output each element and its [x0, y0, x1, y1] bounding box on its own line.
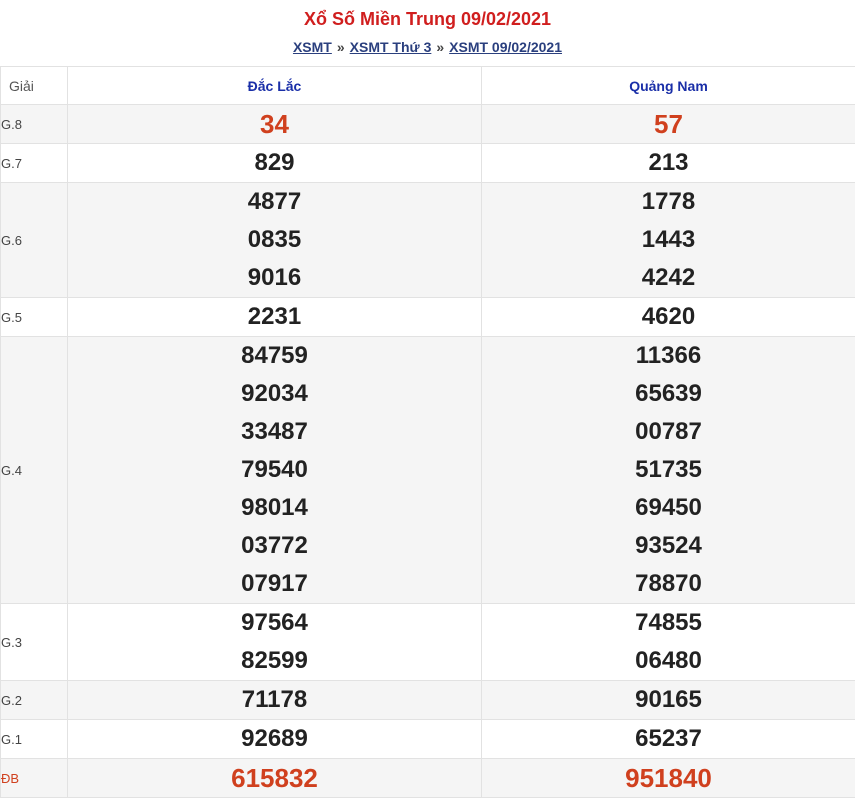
results-body: G.8 34 57 G.7 829 213 G.6 4877 0835 9016 1778 1443 4…: [0, 104, 855, 798]
prize-column-header: Giải: [0, 66, 68, 105]
result-number: 0835: [247, 226, 302, 253]
result-number: 2231: [247, 303, 302, 330]
result-number: 213: [648, 149, 689, 176]
result-number: 71178: [241, 686, 308, 713]
prize-label: ĐB: [0, 758, 68, 798]
result-number: 51735: [635, 456, 702, 483]
result-cell-quang-nam: 951840: [481, 758, 855, 798]
breadcrumb: XSMT» XSMT Thứ 3» XSMT 09/02/2021: [0, 36, 855, 66]
result-number: 1778: [641, 188, 696, 215]
table-row: G.7 829 213: [0, 143, 855, 183]
result-number: 615832: [231, 763, 318, 793]
breadcrumb-link-xsmt[interactable]: XSMT: [293, 39, 332, 55]
result-number: 57: [654, 109, 683, 139]
prize-label: G.1: [0, 719, 68, 759]
result-number: 65237: [635, 725, 702, 752]
result-number: 69450: [635, 494, 702, 521]
result-cell-quang-nam: 1778 1443 4242: [481, 182, 855, 298]
breadcrumb-separator: »: [336, 39, 345, 55]
province-header-quang-nam: Quảng Nam: [481, 66, 855, 105]
result-number: 90165: [635, 686, 702, 713]
result-cell-quang-nam: 57: [481, 104, 855, 144]
results-table: Giải Đắc Lắc Quảng Nam G.8 34 57 G.7 829 213 G…: [0, 66, 855, 798]
result-number: 11366: [635, 342, 702, 369]
breadcrumb-link-xsmt-thu-3[interactable]: XSMT Thứ 3: [350, 39, 432, 55]
result-number: 65639: [635, 380, 702, 407]
result-number: 00787: [635, 418, 702, 445]
prize-label: G.2: [0, 680, 68, 720]
result-cell-dac-lac: 97564 82599: [67, 603, 482, 681]
table-row: G.2 71178 90165: [0, 680, 855, 720]
table-row: G.3 97564 82599 74855 06480: [0, 603, 855, 681]
result-cell-dac-lac: 615832: [67, 758, 482, 798]
prize-label: G.5: [0, 297, 68, 337]
table-row: G.6 4877 0835 9016 1778 1443 4242: [0, 182, 855, 298]
result-number: 34: [260, 109, 289, 139]
result-number: 79540: [241, 456, 308, 483]
prize-label: G.6: [0, 182, 68, 298]
result-cell-dac-lac: 84759 92034 33487 79540 98014 03772 07917: [67, 336, 482, 604]
prize-label: G.8: [0, 104, 68, 144]
result-number: 9016: [247, 264, 302, 291]
province-header-dac-lac: Đắc Lắc: [67, 66, 482, 105]
table-row: G.4 84759 92034 33487 79540 98014 03772 07917 11…: [0, 336, 855, 604]
table-row: ĐB 615832 951840: [0, 758, 855, 798]
result-cell-dac-lac: 92689: [67, 719, 482, 759]
breadcrumb-separator: »: [436, 39, 445, 55]
result-number: 06480: [635, 647, 702, 674]
result-cell-quang-nam: 65237: [481, 719, 855, 759]
result-number: 78870: [635, 570, 702, 597]
result-number: 92689: [241, 725, 308, 752]
result-number: 33487: [241, 418, 308, 445]
result-cell-dac-lac: 4877 0835 9016: [67, 182, 482, 298]
result-number: 951840: [625, 763, 712, 793]
result-number: 84759: [241, 342, 308, 369]
result-cell-dac-lac: 34: [67, 104, 482, 144]
result-number: 74855: [635, 609, 702, 636]
page-title: Xổ Số Miền Trung 09/02/2021: [303, 9, 552, 29]
breadcrumb-link-xsmt-date[interactable]: XSMT 09/02/2021: [449, 39, 562, 55]
result-number: 82599: [241, 647, 308, 674]
result-cell-quang-nam: 90165: [481, 680, 855, 720]
result-cell-quang-nam: 74855 06480: [481, 603, 855, 681]
result-cell-quang-nam: 4620: [481, 297, 855, 337]
result-number: 4620: [641, 303, 696, 330]
table-row: G.5 2231 4620: [0, 297, 855, 337]
result-number: 93524: [635, 532, 702, 559]
result-number: 4877: [247, 188, 302, 215]
prize-label: G.7: [0, 143, 68, 183]
prize-label: G.3: [0, 603, 68, 681]
result-number: 4242: [641, 264, 696, 291]
result-cell-dac-lac: 71178: [67, 680, 482, 720]
result-number: 97564: [241, 609, 308, 636]
result-number: 03772: [241, 532, 308, 559]
result-cell-quang-nam: 11366 65639 00787 51735 69450 93524 78870: [481, 336, 855, 604]
result-number: 829: [254, 149, 295, 176]
result-number: 1443: [641, 226, 696, 253]
result-cell-dac-lac: 829: [67, 143, 482, 183]
result-number: 07917: [241, 570, 308, 597]
table-header-row: Giải Đắc Lắc Quảng Nam: [0, 66, 855, 105]
result-number: 92034: [241, 380, 308, 407]
result-number: 98014: [241, 494, 308, 521]
result-cell-dac-lac: 2231: [67, 297, 482, 337]
prize-label: G.4: [0, 336, 68, 604]
result-cell-quang-nam: 213: [481, 143, 855, 183]
table-row: G.1 92689 65237: [0, 719, 855, 759]
table-row: G.8 34 57: [0, 104, 855, 144]
